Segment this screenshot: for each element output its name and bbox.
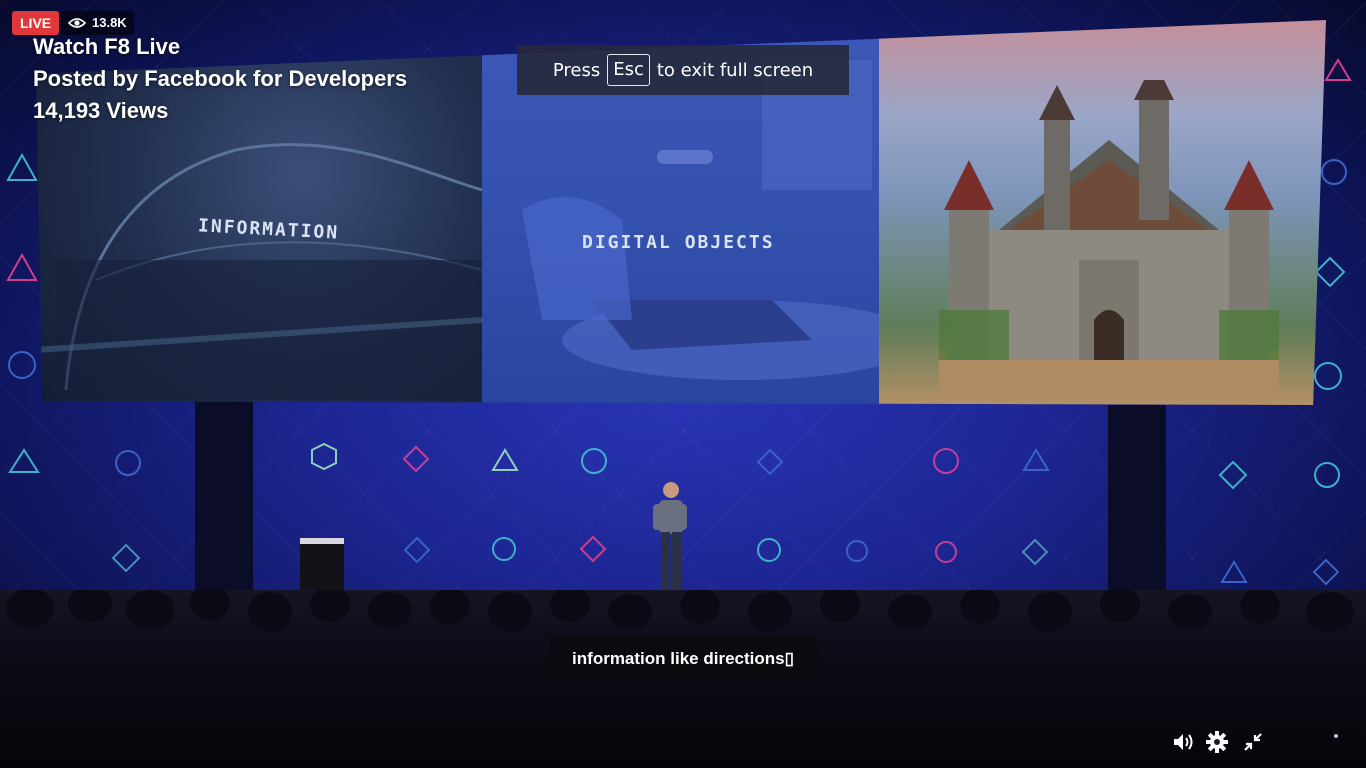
control-indicator-dot — [1334, 734, 1338, 738]
video-author[interactable]: Posted by Facebook for Developers — [33, 63, 407, 95]
stage-pillar-right — [1108, 405, 1166, 605]
closed-caption: information like directions▯ — [549, 635, 817, 682]
esc-key: Esc — [607, 54, 650, 86]
slide-panel-castle — [879, 20, 1326, 405]
eye-icon — [68, 18, 86, 28]
video-views: 14,193 Views — [33, 98, 169, 123]
viewer-count: 13.8K — [92, 15, 127, 30]
volume-icon[interactable] — [1171, 730, 1195, 754]
notice-suffix: to exit full screen — [656, 59, 814, 81]
gear-icon[interactable] — [1205, 730, 1229, 754]
castle-illustration — [939, 80, 1279, 400]
notice-prefix: Press — [552, 59, 601, 81]
player-controls-bar — [0, 700, 1366, 768]
exit-fullscreen-icon[interactable] — [1241, 730, 1265, 754]
slide-label-digital-objects: DIGITAL OBJECTS — [582, 232, 775, 253]
video-player[interactable]: INFORMATION DIGITAL OBJECTS LIVE 13.8K W… — [0, 0, 1366, 768]
fullscreen-exit-notice: Press Esc to exit full screen — [517, 45, 849, 95]
video-info: Watch F8 Live Posted by Facebook for Dev… — [33, 31, 407, 127]
video-title[interactable]: Watch F8 Live — [33, 31, 407, 63]
lectern-top — [300, 538, 344, 544]
stage-pillar-left — [195, 400, 253, 600]
